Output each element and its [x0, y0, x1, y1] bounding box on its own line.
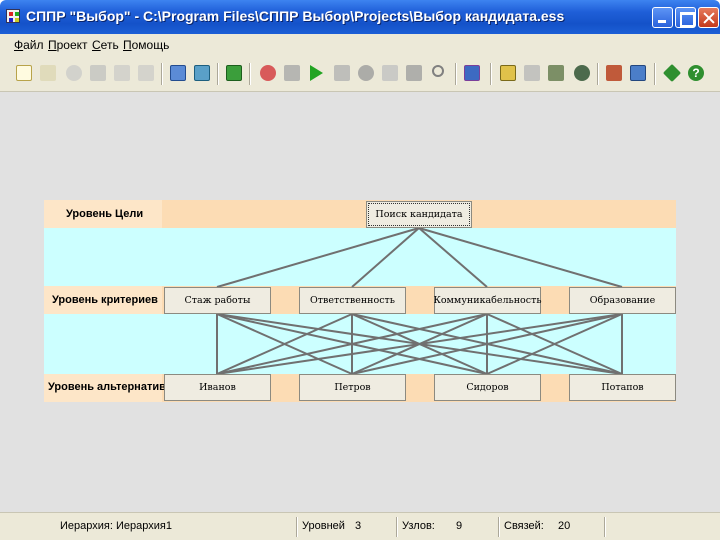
list-icon[interactable] — [500, 65, 516, 81]
search-icon[interactable] — [432, 65, 444, 77]
users-icon[interactable] — [548, 65, 564, 81]
status-separator — [604, 517, 606, 537]
help-icon[interactable]: ? — [688, 65, 704, 81]
network-icon[interactable] — [260, 65, 276, 81]
sphere-icon[interactable] — [358, 65, 374, 81]
toolbar-separator — [249, 63, 251, 85]
goal-node[interactable]: Поиск кандидата — [366, 201, 472, 228]
status-bar: Иерархия: Иерархия1 Уровней 3 Узлов: 9 С… — [0, 512, 720, 540]
alternative-node[interactable]: Сидоров — [434, 374, 541, 401]
status-links-label: Связей: — [504, 520, 544, 532]
close-button[interactable] — [698, 7, 719, 28]
run-icon[interactable] — [310, 65, 323, 81]
save-icon[interactable] — [90, 65, 106, 81]
preview-icon[interactable] — [382, 65, 398, 81]
criterion-node[interactable]: Стаж работы — [164, 287, 271, 314]
goal-level-label: Уровень Цели — [66, 208, 144, 220]
criterion-node[interactable]: Образование — [569, 287, 676, 314]
criterion-node[interactable]: Ответственность — [299, 287, 406, 314]
export-icon[interactable] — [464, 65, 480, 81]
status-levels-label: Уровней — [302, 520, 345, 532]
cut-icon[interactable] — [114, 65, 130, 81]
presenter-icon[interactable] — [606, 65, 622, 81]
toolbar-separator — [490, 63, 492, 85]
app-icon[interactable] — [6, 9, 20, 23]
toolbar: ? — [0, 56, 720, 92]
toolbar-separator — [161, 63, 163, 85]
database-icon[interactable] — [630, 65, 646, 81]
status-nodes-label: Узлов: — [402, 520, 435, 532]
status-links-value: 20 — [558, 520, 571, 532]
title-bar[interactable]: СППР "Выбор" - C:\Program Files\СППР Выб… — [0, 0, 720, 34]
minimize-button[interactable] — [652, 7, 673, 28]
alternative-node[interactable]: Потапов — [569, 374, 676, 401]
menu-help[interactable]: Помощь — [123, 38, 169, 52]
alternatives-level-label: Уровень альтернатив — [48, 381, 166, 393]
new-file-icon[interactable] — [16, 65, 32, 81]
menu-network[interactable]: Сеть — [92, 38, 119, 52]
people-icon[interactable] — [524, 65, 540, 81]
status-separator — [396, 517, 398, 537]
check-icon[interactable] — [662, 63, 682, 83]
reload-icon[interactable] — [66, 65, 82, 81]
user-head-icon[interactable] — [574, 65, 590, 81]
toolbar-separator — [455, 63, 457, 85]
status-separator — [296, 517, 298, 537]
gap-band — [44, 314, 676, 374]
alternative-node[interactable]: Петров — [299, 374, 406, 401]
chart-icon[interactable] — [194, 65, 210, 81]
status-nodes-value: 9 — [456, 520, 463, 532]
alternative-node[interactable]: Иванов — [164, 374, 271, 401]
criterion-node[interactable]: Коммуникабельность — [433, 287, 542, 314]
toolbar-separator — [217, 63, 219, 85]
menu-file[interactable]: Файл — [14, 38, 44, 52]
toolbar-separator — [597, 63, 599, 85]
tools-icon[interactable] — [334, 65, 350, 81]
status-levels-value: 3 — [355, 520, 362, 532]
open-folder-icon[interactable] — [40, 65, 56, 81]
gap-band — [44, 228, 676, 286]
graph-icon[interactable] — [406, 65, 422, 81]
copy-icon[interactable] — [138, 65, 154, 81]
gears-icon[interactable] — [284, 65, 300, 81]
status-separator — [498, 517, 500, 537]
exit-icon[interactable] — [226, 65, 242, 81]
menu-bar: Файл Проект Сеть Помощь — [0, 34, 720, 56]
status-hierarchy-value: Иерархия1 — [116, 520, 172, 532]
window-title: СППР "Выбор" - C:\Program Files\СППР Выб… — [26, 8, 565, 24]
menu-project[interactable]: Проект — [48, 38, 88, 52]
toolbar-separator — [654, 63, 656, 85]
maximize-button[interactable] — [675, 7, 696, 28]
notepad-icon[interactable] — [170, 65, 186, 81]
criteria-level-label: Уровень критериев — [52, 294, 158, 306]
status-hierarchy-label: Иерархия: — [60, 520, 113, 532]
